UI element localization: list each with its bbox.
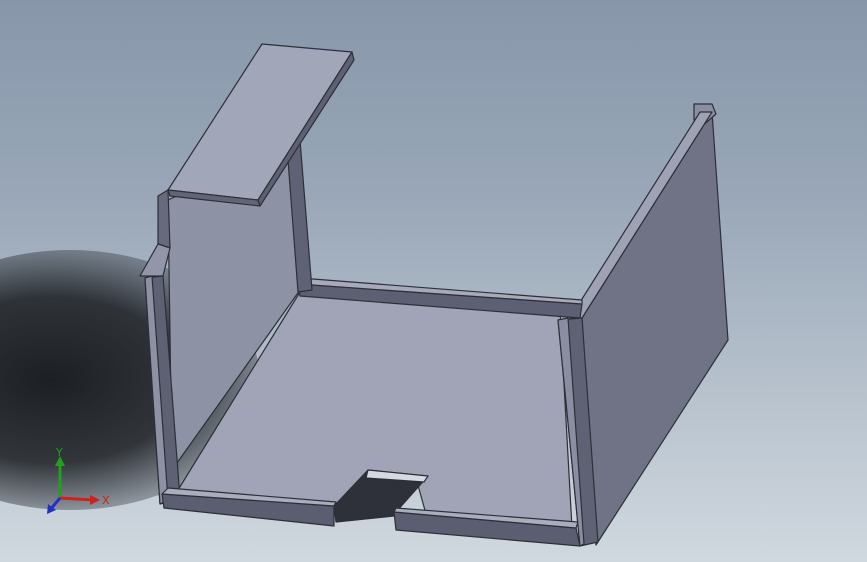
x-axis-arrowhead bbox=[90, 495, 100, 505]
left-wall-step-ledge[interactable] bbox=[139, 243, 171, 277]
y-axis-label: Y bbox=[55, 446, 63, 459]
top-flange[interactable] bbox=[167, 43, 353, 201]
graphics-viewport[interactable]: Y X bbox=[0, 0, 867, 562]
coordinate-triad: Y X bbox=[47, 446, 110, 514]
right-wall-outer-face[interactable] bbox=[581, 111, 729, 546]
sheet-metal-bracket-model[interactable] bbox=[0, 0, 867, 562]
left-wall-step[interactable] bbox=[157, 189, 171, 249]
x-axis-label: X bbox=[102, 494, 110, 507]
x-axis-arrow bbox=[59, 496, 95, 502]
